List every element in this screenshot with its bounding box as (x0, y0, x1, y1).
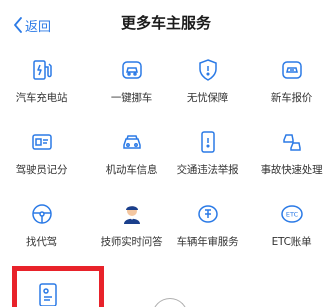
services-row: 汽车充电站 一键挪车 无忧保障 新车报价 (0, 56, 332, 128)
service-label: ETC账单 (271, 236, 312, 248)
service-label: 机动车信息 (105, 164, 158, 176)
service-label: 新车报价 (270, 92, 313, 104)
service-label: 无忧保障 (186, 92, 229, 104)
accident-cars-icon (280, 130, 304, 154)
service-label: 车辆年审服务 (176, 236, 239, 248)
service-label: 事故快速处理 (260, 164, 323, 176)
service-protection[interactable]: 无忧保障 (166, 56, 249, 118)
shield-icon (196, 58, 220, 82)
service-accident[interactable]: 事故快速处理 (250, 128, 332, 190)
service-vehicle-info[interactable]: 机动车信息 (90, 128, 173, 190)
ev-charger-icon (30, 58, 54, 82)
service-label: 交通违法举报 (176, 164, 239, 176)
services-row: 驾驶员记分 机动车信息 交通违法举报 事故快速处理 (0, 128, 332, 200)
document-icon[interactable] (36, 282, 60, 307)
service-designated-driver[interactable]: 找代驾 (0, 200, 83, 262)
service-label: 技师实时问答 (100, 236, 163, 248)
svg-text:ETC: ETC (285, 211, 298, 219)
service-etc-bill[interactable]: ETC ETC账单 (250, 200, 332, 262)
services-row: 找代驾 技师实时问答 车辆年审服务 ETC ETC账单 (0, 200, 332, 272)
report-phone-icon (196, 130, 220, 154)
service-traffic-report[interactable]: 交通违法举报 (166, 128, 249, 190)
service-label: 一键挪车 (110, 92, 153, 104)
services-grid: 汽车充电站 一键挪车 无忧保障 新车报价 驾驶员记分 机动车信息 交通违法举报 … (0, 56, 332, 272)
more-car-services-screen: 返回 更多车主服务 汽车充电站 一键挪车 无忧保障 新车报价 驾驶员记分 机动车… (0, 0, 332, 307)
vehicle-info-icon (120, 130, 144, 154)
service-annual-inspection[interactable]: 车辆年审服务 (166, 200, 249, 262)
annual-inspection-icon (196, 202, 220, 226)
header: 返回 更多车主服务 (0, 0, 332, 46)
car-move-icon (120, 58, 144, 82)
service-technician-qa[interactable]: 技师实时问答 (90, 200, 173, 262)
service-label: 汽车充电站 (15, 92, 68, 104)
service-driver-points[interactable]: 驾驶员记分 (0, 128, 83, 190)
service-label: 驾驶员记分 (15, 164, 68, 176)
technician-icon (120, 202, 144, 226)
page-title: 更多车主服务 (120, 14, 211, 32)
steering-wheel-icon (30, 202, 54, 226)
etc-icon: ETC (280, 202, 304, 226)
partial-icon (152, 298, 188, 307)
service-new-car-price[interactable]: 新车报价 (250, 56, 332, 118)
service-ev-charging[interactable]: 汽车充电站 (0, 56, 83, 118)
new-car-price-icon (280, 58, 304, 82)
license-card-icon (30, 130, 54, 154)
service-label: 找代驾 (26, 236, 57, 248)
service-move-car[interactable]: 一键挪车 (90, 56, 173, 118)
